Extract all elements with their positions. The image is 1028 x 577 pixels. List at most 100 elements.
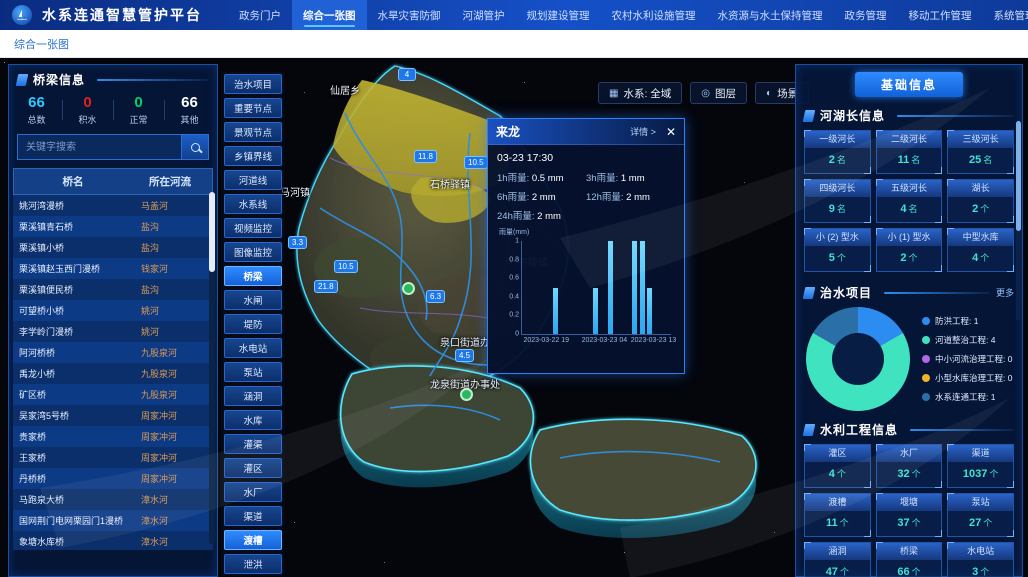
table-row[interactable]: 矿区桥九股泉河 bbox=[13, 384, 213, 405]
nav-tabs: 政务门户综合一张图水旱灾害防御河湖管护规划建设管理农村水利设施管理水资源与水土保… bbox=[228, 0, 1028, 30]
map-canvas[interactable]: ▦水系: 全域◎图层◐场景 桥梁信息 66总数0积水0正常66其他 桥名 所在河… bbox=[0, 58, 1028, 577]
layer-item-水闸[interactable]: 水闸 bbox=[224, 290, 282, 310]
nav-tab-政务管理[interactable]: 政务管理 bbox=[834, 0, 898, 30]
water-level-marker[interactable]: 10.5 bbox=[334, 260, 358, 273]
layer-item-治水项目[interactable]: 治水项目 bbox=[224, 74, 282, 94]
nav-tab-水旱灾害防御[interactable]: 水旱灾害防御 bbox=[367, 0, 452, 30]
nav-tab-移动工作管理[interactable]: 移动工作管理 bbox=[898, 0, 983, 30]
water-level-marker[interactable]: 4.5 bbox=[455, 349, 474, 362]
search-button[interactable] bbox=[181, 134, 209, 160]
nav-tab-综合一张图[interactable]: 综合一张图 bbox=[292, 0, 367, 30]
table-row[interactable]: 吴家湾5号桥周家冲河 bbox=[13, 405, 213, 426]
table-row[interactable]: 王家桥周家冲河 bbox=[13, 447, 213, 468]
table-row[interactable]: 象塘水库桥漳水河 bbox=[13, 531, 213, 550]
table-scrollbar[interactable] bbox=[209, 192, 215, 544]
section-divider bbox=[884, 292, 990, 294]
table-row[interactable]: 贵家桥周家冲河 bbox=[13, 426, 213, 447]
stat-cell-渠道[interactable]: 渠道1037个 bbox=[947, 444, 1014, 488]
projects-more-link[interactable]: 更多 bbox=[996, 286, 1014, 299]
nav-tab-河湖管护[interactable]: 河湖管护 bbox=[452, 0, 516, 30]
layer-item-涵洞[interactable]: 涵洞 bbox=[224, 386, 282, 406]
breadcrumb[interactable]: 综合一张图 bbox=[14, 36, 69, 52]
layer-item-泄洪[interactable]: 泄洪 bbox=[224, 554, 282, 574]
layer-item-水厂[interactable]: 水厂 bbox=[224, 482, 282, 502]
layer-item-乡镇界线[interactable]: 乡镇界线 bbox=[224, 146, 282, 166]
stat-cell-小 (1) 型水[interactable]: 小 (1) 型水2个 bbox=[876, 228, 943, 272]
layer-item-图像监控[interactable]: 图像监控 bbox=[224, 242, 282, 262]
table-row[interactable]: 李学岭门漫桥姚河 bbox=[13, 321, 213, 342]
stat-cell-涵洞[interactable]: 涵洞47个 bbox=[804, 542, 871, 577]
table-row[interactable]: 国网荆门电网栗园门1漫桥漳水河 bbox=[13, 510, 213, 531]
stat-cell-水厂[interactable]: 水厂32个 bbox=[876, 444, 943, 488]
table-row[interactable]: 马跑泉大桥漳水河 bbox=[13, 489, 213, 510]
nav-tab-政务门户[interactable]: 政务门户 bbox=[228, 0, 292, 30]
layer-item-水库[interactable]: 水库 bbox=[224, 410, 282, 430]
legend-dot-icon bbox=[922, 317, 930, 325]
nav-tab-水资源与水土保持管理[interactable]: 水资源与水土保持管理 bbox=[707, 0, 834, 30]
water-level-marker[interactable]: 4 bbox=[398, 68, 416, 81]
map-control-水系: 全域[interactable]: ▦水系: 全域 bbox=[598, 82, 682, 104]
tab-basic-info[interactable]: 基础信息 bbox=[855, 72, 963, 97]
table-row[interactable]: 丹桥桥周家冲河 bbox=[13, 468, 213, 489]
table-row[interactable]: 可望桥小桥姚河 bbox=[13, 300, 213, 321]
rainfall-chart: 雨量(mm) 10.80.60.40.202023-03-22 192023-0… bbox=[497, 229, 675, 357]
stat-cell-灌区[interactable]: 灌区4个 bbox=[804, 444, 871, 488]
stat-cell-一级河长[interactable]: 一级河长2名 bbox=[804, 130, 871, 174]
basic-info-panel: 基础信息 河湖长信息 一级河长2名二级河长11名三级河长25名四级河长9名五级河… bbox=[795, 64, 1023, 577]
stat-cell-水电站[interactable]: 水电站3个 bbox=[947, 542, 1014, 577]
table-row[interactable]: 栗溪镇赵玉西门漫桥钱家河 bbox=[13, 258, 213, 279]
table-row[interactable]: 姚河湾漫桥马盖河 bbox=[13, 195, 213, 216]
layer-item-景观节点[interactable]: 景观节点 bbox=[224, 122, 282, 142]
table-row[interactable]: 栗溪镇青石桥盐沟 bbox=[13, 216, 213, 237]
stat-cell-中型水库[interactable]: 中型水库4个 bbox=[947, 228, 1014, 272]
right-panel-scrollbar[interactable] bbox=[1016, 121, 1021, 321]
camera-marker-icon[interactable] bbox=[402, 282, 415, 295]
stat-value: 0 bbox=[62, 94, 113, 111]
water-level-marker[interactable]: 10.5 bbox=[464, 156, 488, 169]
stat-cell-湖长[interactable]: 湖长2个 bbox=[947, 179, 1014, 223]
stat-cell-桥梁[interactable]: 桥梁66个 bbox=[876, 542, 943, 577]
nav-tab-系统管理[interactable]: 系统管理 bbox=[983, 0, 1028, 30]
layer-item-渡槽[interactable]: 渡槽 bbox=[224, 530, 282, 550]
stat-cell-二级河长[interactable]: 二级河长11名 bbox=[876, 130, 943, 174]
table-row[interactable]: 栗溪镇便民桥盐沟 bbox=[13, 279, 213, 300]
stat-cell-堰塘[interactable]: 堰塘37个 bbox=[876, 493, 943, 537]
water-level-marker[interactable]: 3.3 bbox=[288, 236, 307, 249]
stat-cell-三级河长[interactable]: 三级河长25名 bbox=[947, 130, 1014, 174]
water-level-marker[interactable]: 21.8 bbox=[314, 280, 338, 293]
camera-marker-icon[interactable] bbox=[460, 388, 473, 401]
table-row[interactable]: 阿河桥桥九股泉河 bbox=[13, 342, 213, 363]
layer-item-重要节点[interactable]: 重要节点 bbox=[224, 98, 282, 118]
popup-detail-link[interactable]: 详情 > bbox=[630, 125, 656, 138]
map-control-图层[interactable]: ◎图层 bbox=[690, 82, 747, 104]
layer-item-泵站[interactable]: 泵站 bbox=[224, 362, 282, 382]
layer-item-灌区[interactable]: 灌区 bbox=[224, 458, 282, 478]
layer-item-堤防[interactable]: 堤防 bbox=[224, 314, 282, 334]
projects-donut-chart bbox=[806, 307, 910, 411]
water-level-marker[interactable]: 6.3 bbox=[426, 290, 445, 303]
stat-cell-渡槽[interactable]: 渡槽11个 bbox=[804, 493, 871, 537]
layer-item-桥梁[interactable]: 桥梁 bbox=[224, 266, 282, 286]
nav-tab-规划建设管理[interactable]: 规划建设管理 bbox=[516, 0, 601, 30]
layer-item-河道线[interactable]: 河道线 bbox=[224, 170, 282, 190]
stat-cell-四级河长[interactable]: 四级河长9名 bbox=[804, 179, 871, 223]
search-input[interactable] bbox=[17, 134, 181, 160]
table-row[interactable]: 栗溪镇小桥盐沟 bbox=[13, 237, 213, 258]
layer-item-灌渠[interactable]: 灌渠 bbox=[224, 434, 282, 454]
layer-item-水系线[interactable]: 水系线 bbox=[224, 194, 282, 214]
layer-item-水电站[interactable]: 水电站 bbox=[224, 338, 282, 358]
layer-item-视频监控[interactable]: 视频监控 bbox=[224, 218, 282, 238]
table-row[interactable]: 禹龙小桥九股泉河 bbox=[13, 363, 213, 384]
layer-item-渠道[interactable]: 渠道 bbox=[224, 506, 282, 526]
stat-cell-value: 66个 bbox=[877, 560, 942, 577]
river-name-cell: 漳水河 bbox=[131, 514, 207, 527]
section-icon bbox=[803, 424, 816, 436]
water-level-marker[interactable]: 11.8 bbox=[414, 150, 437, 163]
nav-tab-农村水利设施管理[interactable]: 农村水利设施管理 bbox=[601, 0, 707, 30]
stat-label: 正常 bbox=[113, 113, 164, 126]
stat-cell-泵站[interactable]: 泵站27个 bbox=[947, 493, 1014, 537]
donut-hole bbox=[832, 333, 884, 385]
stat-cell-小 (2) 型水[interactable]: 小 (2) 型水5个 bbox=[804, 228, 871, 272]
close-icon[interactable]: ✕ bbox=[666, 126, 676, 138]
stat-cell-五级河长[interactable]: 五级河长4名 bbox=[876, 179, 943, 223]
